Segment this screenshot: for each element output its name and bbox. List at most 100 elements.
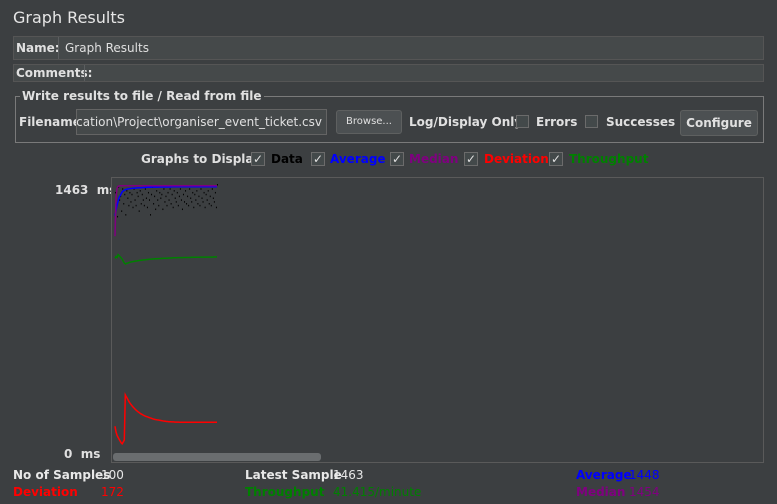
data-point [151,193,153,196]
median-stat-value: 1454 [629,485,660,499]
errors-label: Errors [536,115,578,129]
graph-scrollbar[interactable] [113,453,321,461]
errors-checkbox[interactable] [516,115,529,128]
throughput-label: Throughput [569,152,649,166]
data-point [174,197,176,199]
y-axis-bottom-label: 0 ms [64,447,100,461]
data-point [189,188,191,190]
file-section-legend: Write results to file / Read from file [20,89,264,103]
configure-button[interactable]: Configure [680,110,758,136]
name-input[interactable]: Graph Results [58,37,763,59]
data-point [158,204,160,207]
data-point [124,193,126,196]
data-point [175,201,177,203]
latest-sample-value: 1463 [333,468,364,482]
data-point [177,204,179,207]
average-checkbox[interactable]: ✓ [311,152,325,166]
data-point [121,210,123,212]
data-point [144,188,146,190]
y-axis-bottom-unit: ms [80,447,101,461]
throughput-stat-value: 41.415/minute [333,485,422,499]
data-point [143,204,145,207]
data-point [153,203,155,205]
comments-input[interactable] [84,65,763,81]
data-point [165,195,167,198]
data-point [192,191,194,194]
data-point [156,190,158,192]
data-point [207,190,209,192]
data-label: Data [271,152,303,166]
data-point [208,203,210,205]
data-point [171,193,173,196]
data-point [203,191,205,194]
data-point [216,184,218,186]
data-point [168,199,170,201]
successes-checkbox[interactable] [585,115,598,128]
comments-row: Comments: [13,64,764,82]
data-point [194,193,196,196]
no-samples-label: No of Samples [13,468,111,482]
data-point [195,199,197,201]
y-axis-top-value: 1463 [55,183,89,197]
graph-area [111,177,764,463]
median-label: Median [409,152,459,166]
graphs-to-display-label: Graphs to Display [141,152,261,166]
filename-input[interactable]: erification\Project\organiser_event_tick… [76,109,327,135]
data-point [131,193,133,196]
file-section: Write results to file / Read from file F… [15,89,764,143]
data-point [200,188,202,190]
data-point [134,199,136,201]
data-point [167,191,169,194]
name-label: Name: [16,41,60,55]
average-label: Average [330,152,386,166]
data-point [160,197,162,199]
data-point [117,215,119,218]
panel-title: Graph Results [13,8,125,27]
data-point [193,206,195,209]
median-stat-label: Median [576,485,626,499]
data-point [190,197,192,199]
data-point [146,206,148,209]
data-point [215,206,217,209]
data-point [209,195,211,198]
data-point [211,188,213,190]
data-point [191,201,193,203]
browse-button[interactable]: Browse... [336,110,402,134]
throughput-checkbox[interactable]: ✓ [549,152,563,166]
data-point [130,201,132,203]
data-point [129,191,131,194]
average-stat-value: 1448 [629,468,660,482]
name-row: Name: Graph Results [13,36,764,60]
data-point [155,208,157,211]
data-point [170,203,172,205]
median-checkbox[interactable]: ✓ [390,152,404,166]
data-point [169,188,171,190]
data-point [142,199,144,201]
data-point [206,199,208,201]
data-point [187,195,189,198]
deviation-series-line [114,391,217,445]
deviation-checkbox[interactable]: ✓ [464,152,478,166]
data-point [213,201,215,203]
data-point [205,193,207,196]
latest-sample-label: Latest Sample [245,468,342,482]
data-point [204,206,206,209]
data-point [197,203,199,205]
data-point [179,188,181,190]
data-checkbox[interactable]: ✓ [251,152,265,166]
data-point [178,195,180,198]
filename-label: Filename [19,115,81,129]
data-point [126,190,128,192]
data-point [122,188,124,190]
data-point [202,201,204,203]
data-point [214,191,216,194]
data-point [163,188,165,190]
data-point [132,206,134,209]
y-axis-top-label: 1463 ms [55,183,116,197]
data-point [198,195,200,198]
log-display-only-label: Log/Display Only: [409,115,527,129]
data-point [162,208,164,211]
deviation-label: Deviation [484,152,549,166]
data-point [128,204,130,207]
data-point [161,193,163,196]
